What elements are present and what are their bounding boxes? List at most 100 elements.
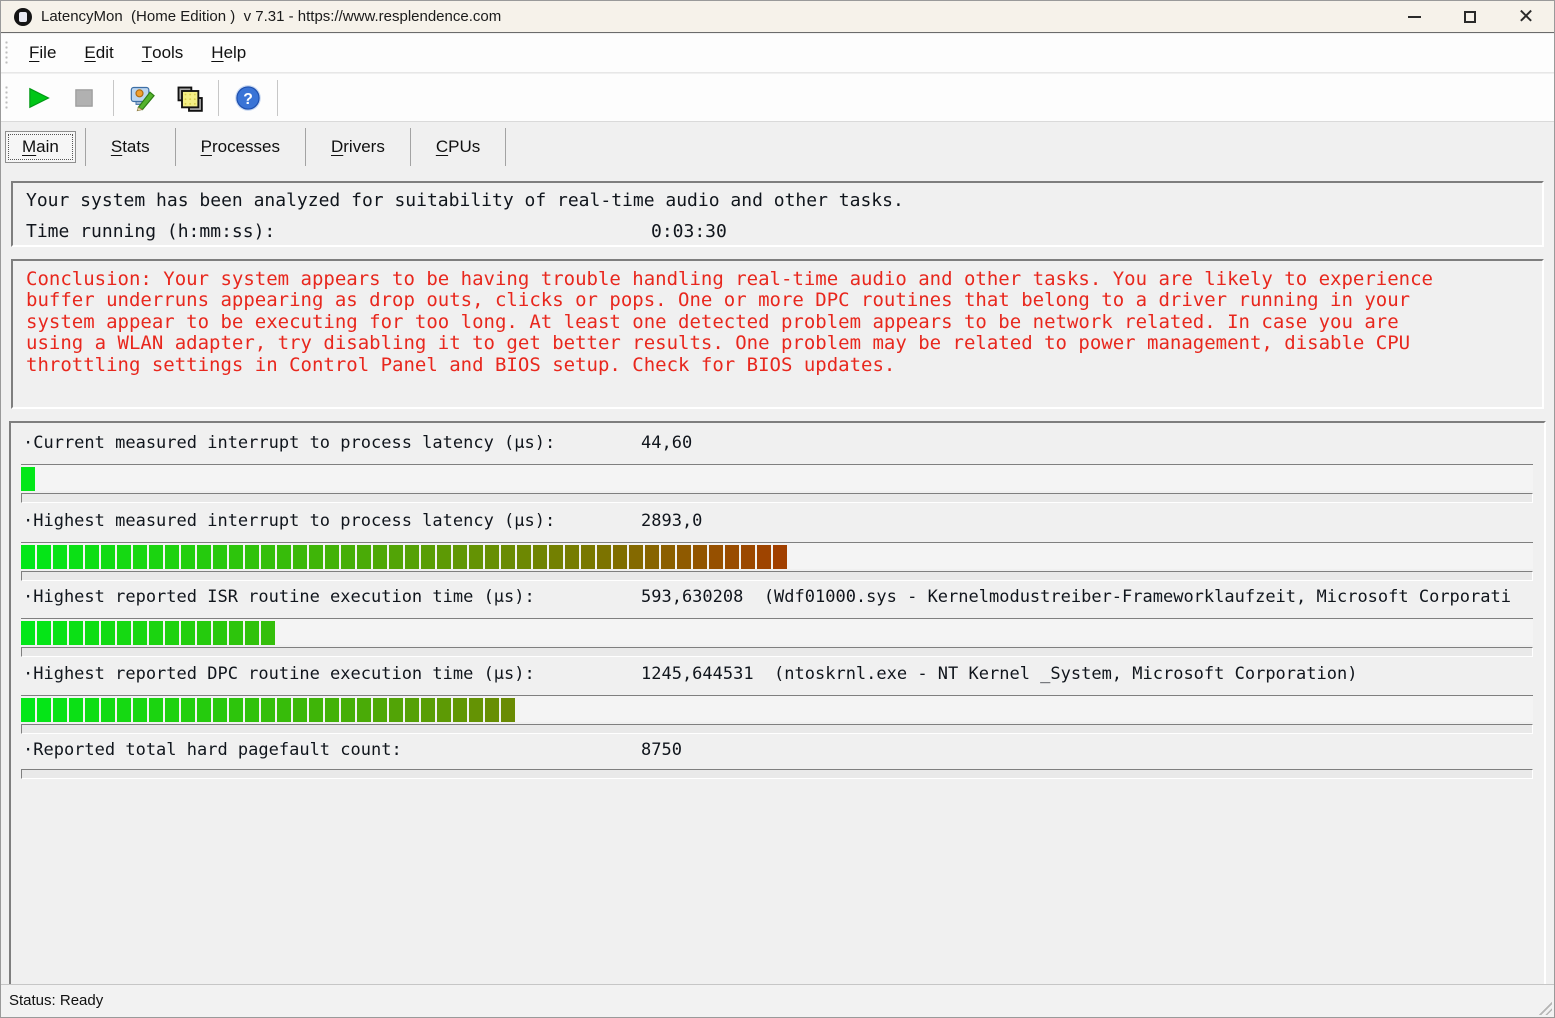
bar-segment	[149, 621, 163, 645]
bar-segment	[53, 621, 67, 645]
window-controls: ✕	[1386, 1, 1554, 33]
bar-segment	[421, 545, 435, 569]
bar-segment	[293, 545, 307, 569]
maximize-button[interactable]	[1442, 1, 1498, 32]
bar-segment	[709, 545, 723, 569]
bar-segment	[213, 545, 227, 569]
close-button[interactable]: ✕	[1498, 1, 1554, 32]
close-icon: ✕	[1518, 7, 1535, 27]
toolbar-buttons: ?	[15, 74, 284, 121]
bar-segment	[773, 545, 787, 569]
menu-file[interactable]: File	[15, 34, 70, 72]
bar-segment	[245, 698, 259, 722]
bar-segment	[117, 545, 131, 569]
bar-segment	[213, 621, 227, 645]
bar-segment	[261, 621, 275, 645]
menu-tools[interactable]: Tools	[128, 34, 198, 72]
tab-bar: Main Stats Processes Drivers CPUs	[1, 123, 1554, 171]
bar-segment	[53, 698, 67, 722]
toolbar-grip-handle[interactable]	[4, 85, 9, 111]
bar-segment	[101, 698, 115, 722]
bar-segment	[85, 621, 99, 645]
tab-separator	[305, 128, 306, 166]
bar-segment	[21, 698, 35, 722]
bar-segment	[437, 545, 451, 569]
tab-main[interactable]: Main	[5, 131, 76, 163]
tab-processes[interactable]: Processes	[185, 132, 296, 162]
bar-segment	[261, 698, 275, 722]
play-icon	[24, 84, 52, 112]
help-button[interactable]: ?	[225, 78, 271, 118]
help-icon: ?	[234, 84, 262, 112]
bar-segment	[261, 545, 275, 569]
bar-segment	[517, 545, 531, 569]
bar-segment	[469, 698, 483, 722]
secondary-bar	[21, 647, 1533, 657]
bar-segment	[293, 698, 307, 722]
bar-segment	[325, 545, 339, 569]
metrics-panel: ·Current measured interrupt to process l…	[9, 421, 1546, 991]
bar-segment	[133, 545, 147, 569]
minimize-icon	[1408, 16, 1421, 18]
bar-segment	[629, 545, 643, 569]
bar-segment	[245, 621, 259, 645]
metric-label: ·Highest reported DPC routine execution …	[23, 664, 535, 684]
tab-cpus[interactable]: CPUs	[420, 132, 496, 162]
toolbar: ?	[1, 74, 1554, 122]
latencymon-window: LatencyMon (Home Edition ) v 7.31 - http…	[0, 0, 1555, 1018]
tab-drivers[interactable]: Drivers	[315, 132, 401, 162]
bar-segment	[149, 545, 163, 569]
bar-segment	[85, 698, 99, 722]
bar-segment	[117, 621, 131, 645]
toolbar-separator	[113, 80, 114, 116]
start-monitor-button[interactable]	[15, 78, 61, 118]
bar-segment	[69, 545, 83, 569]
copy-report-button[interactable]	[166, 78, 212, 118]
latency-bar	[21, 542, 1533, 569]
bar-segment	[213, 698, 227, 722]
menu-edit[interactable]: Edit	[70, 34, 127, 72]
bar-segment	[181, 621, 195, 645]
bar-segment	[453, 698, 467, 722]
statusbar: Status: Ready	[1, 984, 1554, 1017]
menubar: FileEditToolsHelp	[1, 34, 1554, 73]
titlebar[interactable]: LatencyMon (Home Edition ) v 7.31 - http…	[1, 1, 1554, 33]
secondary-bar	[21, 493, 1533, 503]
bar-segment	[37, 698, 51, 722]
bar-segment	[485, 545, 499, 569]
bar-segment	[389, 545, 403, 569]
options-button[interactable]	[120, 78, 166, 118]
bar-segment	[565, 545, 579, 569]
bar-segment	[53, 545, 67, 569]
latency-bar	[21, 464, 1533, 491]
stop-monitor-button[interactable]	[61, 78, 107, 118]
toolbar-separator	[218, 80, 219, 116]
bar-segment	[229, 545, 243, 569]
tab-separator	[85, 128, 86, 166]
bar-segment	[405, 698, 419, 722]
bar-segment	[501, 698, 515, 722]
bar-segment	[437, 698, 451, 722]
tab-separator	[505, 128, 506, 166]
bar-segment	[277, 698, 291, 722]
tab-stats[interactable]: Stats	[95, 132, 166, 162]
menubar-grip-handle[interactable]	[4, 40, 9, 66]
bar-segment	[725, 545, 739, 569]
bar-segment	[229, 698, 243, 722]
bar-segment	[453, 545, 467, 569]
bar-segment	[21, 545, 35, 569]
menu-help[interactable]: Help	[197, 34, 260, 72]
tab-separator	[175, 128, 176, 166]
bar-segment	[37, 545, 51, 569]
bar-segment	[245, 545, 259, 569]
bar-segment	[21, 467, 35, 491]
metric-value: 1245,644531 (ntoskrnl.exe - NT Kernel _S…	[641, 664, 1357, 684]
app-icon	[14, 8, 32, 26]
metric-value: 2893,0	[641, 511, 702, 531]
metric-value: 44,60	[641, 433, 692, 453]
resize-grip-handle[interactable]	[1537, 1000, 1552, 1015]
bar-segment	[661, 545, 675, 569]
menubar-items: FileEditToolsHelp	[15, 34, 260, 72]
bar-segment	[165, 698, 179, 722]
minimize-button[interactable]	[1386, 1, 1442, 32]
